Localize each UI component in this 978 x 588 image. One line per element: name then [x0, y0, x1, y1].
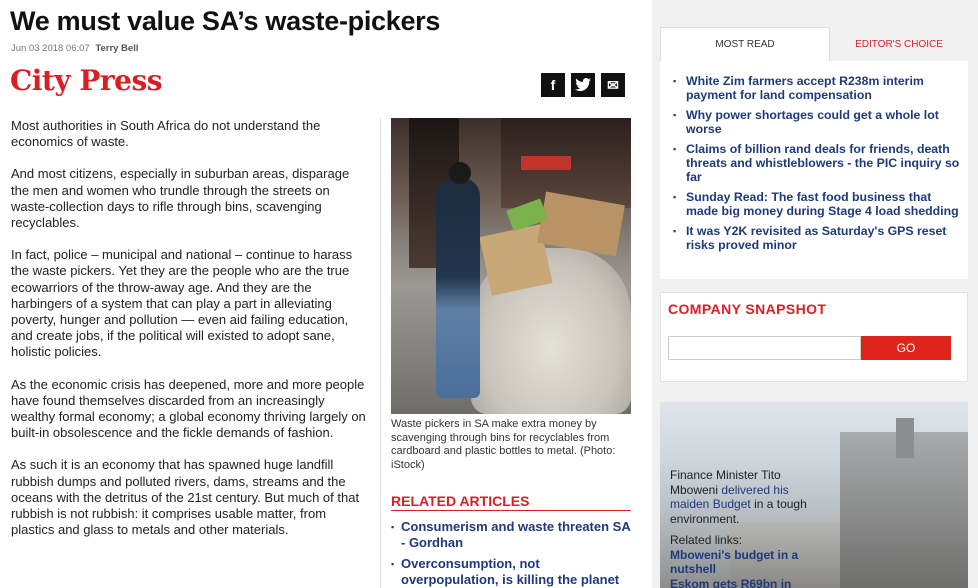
promo-link[interactable]: Mboweni's budget in a nutshell	[670, 548, 840, 577]
article-paragraph: As the economic crisis has deepened, mor…	[11, 376, 366, 441]
article-photo[interactable]	[391, 118, 631, 414]
related-divider	[391, 510, 631, 511]
related-articles-list: Consumerism and waste threaten SA - Gord…	[391, 519, 636, 588]
company-snapshot-title: COMPANY SNAPSHOT	[668, 301, 827, 317]
tab-editors-choice[interactable]: EDITOR'S CHOICE	[830, 27, 968, 61]
promo-tower	[896, 418, 914, 458]
email-share-icon[interactable]: ✉	[601, 73, 625, 97]
promo-text: Finance Minister Tito Mboweni delivered …	[670, 468, 820, 526]
most-read-item[interactable]: Why power shortages could get a whole lo…	[670, 108, 966, 136]
most-read-item[interactable]: Sunday Read: The fast food business that…	[670, 190, 966, 218]
article-paragraph: As such it is an economy that has spawne…	[11, 457, 360, 538]
photo-caption: Waste pickers in SA make extra money by …	[391, 418, 616, 471]
article-paragraph: Most authorities in South Africa do not …	[11, 118, 321, 150]
article-headline: We must value SA’s waste-pickers	[10, 6, 441, 36]
most-read-list: White Zim farmers accept R238m interim p…	[670, 74, 966, 258]
article-paragraph: In fact, police – municipal and national…	[11, 247, 353, 360]
most-read-item[interactable]: It was Y2K revisited as Saturday's GPS r…	[670, 224, 966, 252]
facebook-share-icon[interactable]: f	[541, 73, 565, 97]
article-byline: Jun 03 2018 06:07 Terry Bell	[11, 43, 138, 54]
tab-most-read[interactable]: MOST READ	[660, 27, 830, 61]
twitter-share-icon[interactable]	[571, 73, 595, 97]
promo-related-links: Related links: Mboweni's budget in a nut…	[670, 533, 840, 588]
most-read-item[interactable]: Claims of billion rand deals for friends…	[670, 142, 966, 184]
company-go-button[interactable]: GO	[861, 336, 951, 360]
article-author[interactable]: Terry Bell	[95, 43, 138, 54]
photo-sign	[521, 156, 571, 170]
company-search-input[interactable]	[668, 336, 861, 360]
article-paragraph: And most citizens, especially in suburba…	[11, 166, 350, 231]
article-body: Most authorities in South Africa do not …	[11, 118, 369, 554]
photo-waste-picker	[436, 178, 480, 398]
promo-link[interactable]: Eskom gets R69bn in	[670, 577, 840, 588]
brand-logo[interactable]: City Press	[10, 64, 163, 97]
article-date: Jun 03 2018 06:07	[11, 43, 90, 54]
article-main: We must value SA’s waste-pickers Jun 03 …	[0, 0, 652, 588]
related-articles-title: RELATED ARTICLES	[391, 493, 530, 509]
most-read-item[interactable]: White Zim farmers accept R238m interim p…	[670, 74, 966, 102]
promo-related-links-label: Related links:	[670, 533, 743, 547]
twitter-bird-icon	[575, 78, 591, 91]
related-article-link[interactable]: Overconsumption, not overpopulation, is …	[391, 556, 636, 588]
column-divider	[380, 118, 381, 588]
photo-waste-picker-head	[449, 162, 471, 184]
related-article-link[interactable]: Consumerism and waste threaten SA - Gord…	[391, 519, 636, 551]
